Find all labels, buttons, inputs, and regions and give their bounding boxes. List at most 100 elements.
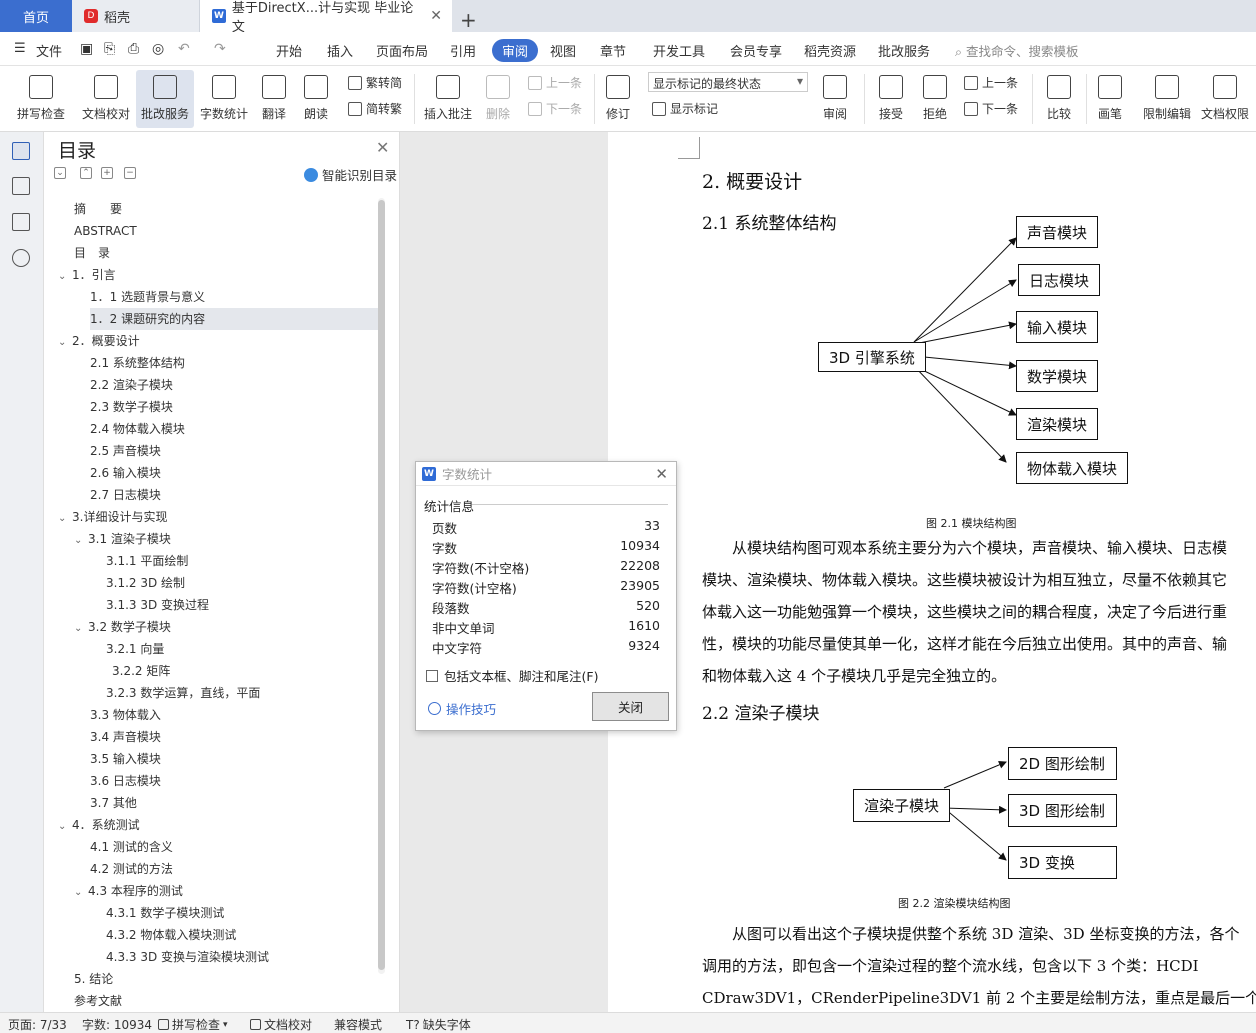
read-aloud-button[interactable]: 朗读 [300, 70, 332, 128]
toc-item[interactable]: 3.1.3 3D 变换过程 [106, 594, 209, 616]
chapter-nav-icon[interactable] [12, 177, 30, 195]
add-heading-icon[interactable]: + [101, 167, 113, 179]
smart-toc-button[interactable]: 智能识别目录 [304, 165, 397, 184]
toc-item[interactable]: 2.3 数学子模块 [90, 396, 173, 418]
accept-button[interactable]: 接受 [872, 70, 910, 128]
toc-item[interactable]: 3.7 其他 [90, 792, 137, 814]
chevron-down-icon[interactable]: ⌄ [58, 508, 72, 530]
menu-review[interactable]: 审阅 [492, 39, 539, 62]
redo-icon[interactable]: ↷ [214, 41, 226, 57]
toc-panel-icon[interactable] [12, 142, 30, 160]
review-pane-button[interactable]: 审阅 [816, 70, 854, 128]
menu-file[interactable]: 文件 [36, 41, 62, 60]
toc-item[interactable]: 3.6 日志模块 [90, 770, 161, 792]
chevron-down-icon[interactable]: ⌄ [58, 266, 72, 288]
status-spellcheck[interactable]: 拼写检查 ▾ [158, 1016, 228, 1033]
prev-change-button[interactable]: 上一条 [964, 74, 1018, 91]
insert-comment-button[interactable]: 插入批注 [422, 70, 474, 128]
toc-item[interactable]: 3.3 物体载入 [90, 704, 161, 726]
bookmark-icon[interactable] [12, 213, 30, 231]
toc-item[interactable]: 2.7 日志模块 [90, 484, 161, 506]
collapse-all-icon[interactable]: ⌃ [80, 167, 92, 179]
menu-developer[interactable]: 开发工具 [653, 41, 705, 60]
prev-comment-button[interactable]: 上一条 [528, 74, 582, 91]
tab-home[interactable]: 首页 [0, 0, 72, 32]
print-icon[interactable]: ⎙ [128, 41, 139, 57]
include-textbox-checkbox[interactable]: 包括文本框、脚注和尾注(F) [426, 666, 598, 685]
tab-document[interactable]: W 基于DirectX...计与实现 毕业论文 ✕ [200, 0, 452, 35]
toc-item[interactable]: ⌄ 4.3 本程序的测试 [74, 880, 183, 902]
document-page[interactable]: 2. 概要设计 2.1 系统整体结构 3D 引擎系统 声音模块 日志模块 输入模… [608, 132, 1256, 1012]
toc-item[interactable]: ⌄ 1．引言 [58, 264, 116, 286]
track-changes-button[interactable]: 修订 [600, 70, 636, 128]
compare-button[interactable]: 比较 [1040, 70, 1078, 128]
toc-item[interactable]: 3.2.1 向量 [106, 638, 164, 660]
simp-to-trad-button[interactable]: 简转繁 [348, 100, 402, 117]
page-indicator[interactable]: 页面: 7/33 [8, 1016, 67, 1033]
next-change-button[interactable]: 下一条 [964, 100, 1018, 117]
toc-item[interactable]: 4.3.2 物体载入模块测试 [106, 924, 236, 946]
menu-insert[interactable]: 插入 [327, 41, 353, 60]
word-count-button[interactable]: 字数统计 [198, 70, 250, 128]
search-icon[interactable] [12, 249, 30, 267]
menu-member[interactable]: 会员专享 [730, 41, 782, 60]
toc-scrollbar[interactable] [378, 198, 385, 974]
remove-heading-icon[interactable]: − [124, 167, 136, 179]
toc-item[interactable]: 2.4 物体载入模块 [90, 418, 185, 440]
chevron-down-icon[interactable]: ⌄ [74, 530, 88, 552]
status-proof[interactable]: 文档校对 [250, 1016, 312, 1033]
menu-docer-resources[interactable]: 稻壳资源 [804, 41, 856, 60]
menu-view[interactable]: 视图 [550, 41, 576, 60]
doc-proof-button[interactable]: 文档校对 [78, 70, 134, 128]
dialog-titlebar[interactable]: W 字数统计 [416, 462, 676, 486]
toc-item[interactable]: 2.6 输入模块 [90, 462, 161, 484]
menu-chapter[interactable]: 章节 [600, 41, 626, 60]
word-count-indicator[interactable]: 字数: 10934 [82, 1016, 152, 1033]
menu-layout[interactable]: 页面布局 [376, 41, 428, 60]
delete-comment-button[interactable]: 删除 [480, 70, 516, 128]
next-comment-button[interactable]: 下一条 [528, 100, 582, 117]
toc-item[interactable]: ⌄ 4．系统测试 [58, 814, 140, 836]
toc-item[interactable]: 1．1 选题背景与意义 [90, 286, 205, 308]
toc-item[interactable]: ⌄ 3.2 数学子模块 [74, 616, 171, 638]
close-button[interactable]: 关闭 [592, 692, 669, 721]
toc-item[interactable]: 目 录 [74, 242, 110, 264]
toc-scrollbar-thumb[interactable] [378, 200, 385, 970]
tab-docer[interactable]: D 稻壳 [72, 0, 200, 32]
toc-item[interactable]: 2.5 声音模块 [90, 440, 161, 462]
menu-references[interactable]: 引用 [450, 41, 476, 60]
export-icon[interactable]: ⎘ [104, 41, 115, 57]
toc-item[interactable]: ⌄ 3.1 渲染子模块 [74, 528, 171, 550]
toc-item[interactable]: ABSTRACT [74, 220, 137, 242]
dialog-close-icon[interactable]: ✕ [655, 465, 668, 483]
toc-item[interactable]: 4.3.1 数学子模块测试 [106, 902, 224, 924]
toc-item[interactable]: 3.2.2 矩阵 [112, 660, 170, 682]
chevron-down-icon[interactable]: ⌄ [58, 332, 72, 354]
command-search[interactable]: ⌕ 查找命令、搜索模板 [955, 41, 1079, 60]
grading-button[interactable]: 批改服务 [136, 70, 194, 128]
toc-item[interactable]: 摘 要 [74, 198, 122, 220]
hamburger-icon[interactable]: ☰ [14, 41, 26, 56]
close-tab-icon[interactable]: ✕ [430, 8, 442, 24]
toc-item[interactable]: 2.1 系统整体结构 [90, 352, 185, 374]
menu-start[interactable]: 开始 [276, 41, 302, 60]
chevron-down-icon[interactable]: ⌄ [74, 882, 88, 904]
toc-item[interactable]: 5. 结论 [74, 968, 113, 990]
save-icon[interactable]: ▣ [80, 41, 93, 57]
status-missing-font[interactable]: T? 缺失字体 [406, 1016, 471, 1033]
toc-item[interactable]: 3.5 输入模块 [90, 748, 161, 770]
toc-item[interactable]: 3.1.2 3D 绘制 [106, 572, 185, 594]
toc-item[interactable]: ⌄ 3.详细设计与实现 [58, 506, 167, 528]
doc-permission-button[interactable]: 文档权限 [1198, 70, 1252, 128]
pen-button[interactable]: 画笔 [1094, 70, 1126, 128]
toc-item[interactable]: 4.2 测试的方法 [90, 858, 173, 880]
chevron-down-icon[interactable]: ⌄ [74, 618, 88, 640]
toc-item[interactable]: ⌄ 2．概要设计 [58, 330, 140, 352]
toc-item[interactable]: 4.3.3 3D 变换与渲染模块测试 [106, 946, 269, 968]
chevron-down-icon[interactable]: ⌄ [58, 816, 72, 838]
markup-state-select[interactable]: 显示标记的最终状态 [648, 72, 808, 92]
show-markup-button[interactable]: 显示标记 [652, 100, 718, 117]
checkbox-box[interactable] [426, 669, 438, 682]
toc-item[interactable]: 2.2 渲染子模块 [90, 374, 173, 396]
toc-item[interactable]: 3.4 声音模块 [90, 726, 161, 748]
